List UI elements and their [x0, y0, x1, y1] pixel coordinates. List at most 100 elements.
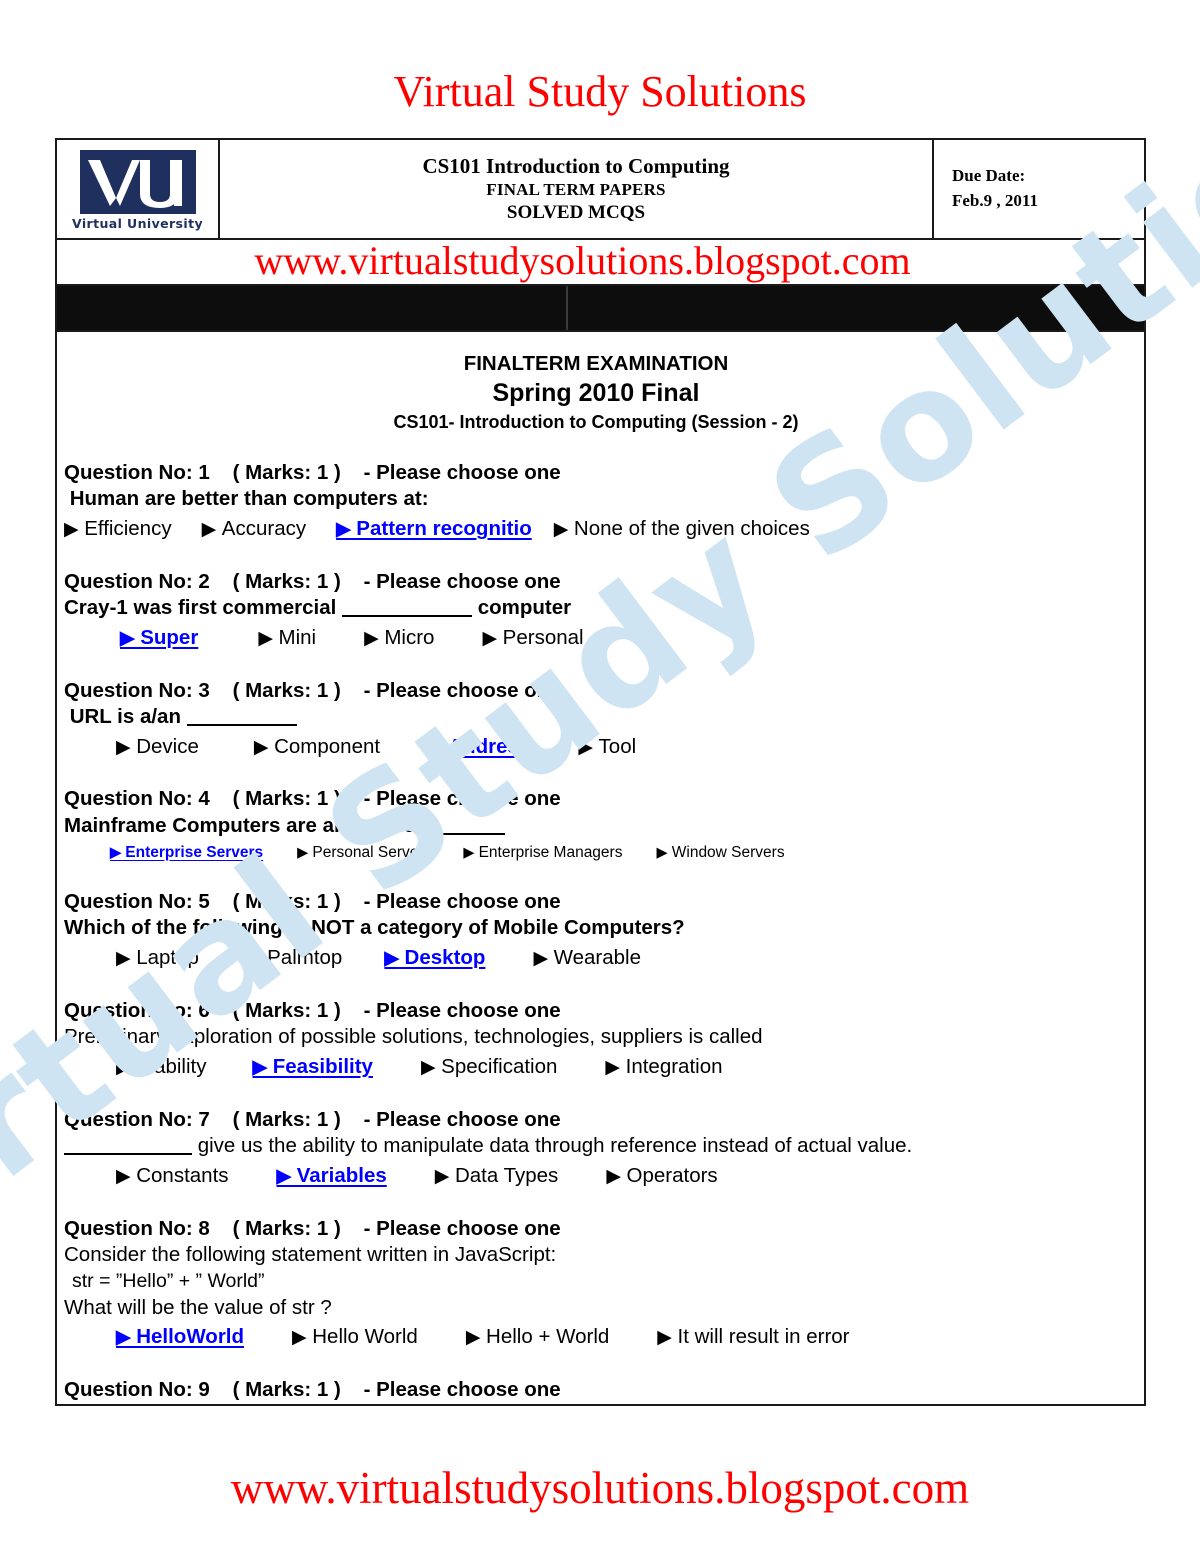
question-stem: Which of the following is NOT a category… — [64, 915, 1128, 942]
answer-option-label: Enterprise Managers — [474, 843, 623, 861]
answer-options-row: ▶ Efficiency ▶ Accuracy ▶ Pattern recognit… — [64, 516, 1128, 543]
exam-body: FINALTERM EXAMINATION Spring 2010 Final … — [57, 332, 1144, 1404]
question-heading: Question No: 8 ( Marks: 1 ) - Please cho… — [64, 1216, 561, 1240]
answer-option-label: Address — [442, 734, 531, 758]
course-line-3: SOLVED MCQS — [506, 201, 646, 223]
answer-option[interactable]: ▶ Viability — [116, 1054, 206, 1081]
question-block: Question No: 6 ( Marks: 1 ) - Please cho… — [64, 998, 1128, 1081]
answer-option[interactable]: ▶ Laptop — [116, 945, 199, 972]
fill-in-blank — [433, 833, 506, 836]
answer-option-correct[interactable]: ▶ Enterprise Servers — [110, 843, 263, 863]
question-stem: Consider the following statement written… — [64, 1242, 1128, 1269]
answer-option[interactable]: ▶ Operators — [606, 1163, 717, 1190]
answer-option-correct[interactable]: ▶ Variables — [277, 1163, 387, 1190]
answer-option-label: Operators — [620, 1163, 718, 1187]
answer-option-label: Feasibility — [267, 1055, 373, 1079]
header-url-text: www.virtualstudysolutions.blogspot.com — [254, 240, 911, 283]
logo-caption: Virtual University — [71, 215, 204, 231]
answer-options-row: ▶ Device ▶ Component ▶ Address ▶ Tool — [64, 734, 1128, 761]
question-block: Question No: 8 ( Marks: 1 ) - Please cho… — [64, 1216, 1128, 1351]
triangle-bullet-icon: ▶ — [258, 626, 273, 648]
answer-option[interactable]: ▶ Device — [116, 734, 199, 761]
answer-option-label: Mini — [272, 625, 317, 649]
course-line-1: CS101 Introduction to Computing — [422, 154, 730, 179]
answer-option[interactable]: ▶ Tool — [578, 734, 636, 761]
answer-option[interactable]: ▶ Data Types — [435, 1163, 559, 1190]
answer-option[interactable]: ▶ Enterprise Managers — [463, 843, 622, 863]
triangle-bullet-icon: ▶ — [253, 735, 269, 757]
answer-option-label: Integration — [619, 1055, 723, 1079]
black-separator-bar — [57, 286, 1144, 332]
question-code-line: str = ”Hello” + ” World” — [72, 1269, 265, 1292]
exam-heading-line-2: Spring 2010 Final — [492, 379, 700, 408]
exam-heading-line-1: FINALTERM EXAMINATION — [463, 352, 729, 375]
triangle-bullet-icon: ▶ — [553, 517, 569, 539]
answer-option-label: It will result in error — [671, 1325, 850, 1349]
answer-option-correct[interactable]: ▶ Super — [120, 625, 198, 652]
answer-option[interactable]: ▶ Mini — [258, 625, 316, 652]
question-block: Question No: 7 ( Marks: 1 ) - Please cho… — [64, 1107, 1128, 1190]
paper-header-table: Virtual University CS101 Introduction to… — [57, 140, 1144, 240]
answer-option-label: Tool — [592, 734, 637, 758]
question-heading: Question No: 2 ( Marks: 1 ) - Please cho… — [64, 569, 561, 593]
answer-option-label: None of the given choices — [568, 516, 810, 540]
questions-container: Question No: 1 ( Marks: 1 ) - Please cho… — [64, 460, 1128, 1404]
triangle-bullet-icon: ▶ — [465, 1326, 481, 1348]
footer-url: www.virtualstudysolutions.blogspot.com — [230, 1463, 970, 1513]
answer-option[interactable]: ▶ Hello + World — [466, 1324, 609, 1351]
triangle-bullet-icon: ▶ — [656, 844, 668, 861]
answer-option[interactable]: ▶ None of the given choices — [554, 516, 810, 543]
question-stem-text: Preliminary exploration of possible solu… — [64, 1025, 763, 1049]
question-heading: Question No: 3 ( Marks: 1 ) - Please cho… — [64, 678, 561, 702]
answer-option[interactable]: ▶ Specification — [421, 1054, 557, 1081]
answer-option[interactable]: ▶ Palmtop — [247, 945, 342, 972]
triangle-bullet-icon: ▶ — [657, 1326, 672, 1348]
answer-option[interactable]: ▶ Wearable — [533, 945, 641, 972]
answer-option[interactable]: ▶ Constants — [116, 1163, 229, 1190]
question-stem-text: URL is a/an — [64, 705, 187, 729]
triangle-bullet-icon: ▶ — [533, 947, 548, 969]
question-block: Question No: 5 ( Marks: 1 ) - Please cho… — [64, 889, 1128, 972]
question-heading: Question No: 7 ( Marks: 1 ) - Please cho… — [64, 1107, 561, 1131]
question-block: Question No: 9 ( Marks: 1 ) - Please cho… — [64, 1377, 1128, 1404]
triangle-bullet-icon: ▶ — [336, 517, 351, 539]
black-bar-right-cell — [568, 286, 1144, 330]
question-stem-text: Mainframe Computers are also called — [64, 814, 434, 838]
answer-option-label: Personal Servers — [308, 843, 432, 861]
answer-option[interactable]: ▶ Hello World — [292, 1324, 418, 1351]
answer-option-correct[interactable]: ▶ Feasibility — [252, 1054, 372, 1081]
triangle-bullet-icon: ▶ — [64, 517, 79, 539]
black-bar-left-cell — [57, 286, 568, 330]
answer-option-correct[interactable]: ▶ Pattern recognitio — [336, 516, 532, 543]
answer-option-correct[interactable]: ▶ Address — [428, 734, 530, 761]
answer-option[interactable]: ▶ Accuracy — [202, 516, 307, 543]
triangle-bullet-icon: ▶ — [116, 1056, 131, 1078]
answer-options-row: ▶ Enterprise Servers ▶ Personal Servers ▶ … — [64, 843, 1128, 863]
question-stem: Preliminary exploration of possible solu… — [64, 1024, 1128, 1051]
fill-in-blank — [186, 724, 297, 727]
triangle-bullet-icon: ▶ — [292, 1326, 307, 1348]
exam-heading: FINALTERM EXAMINATION Spring 2010 Final … — [64, 350, 1128, 434]
answer-option[interactable]: ▶ Integration — [605, 1054, 722, 1081]
triangle-bullet-icon: ▶ — [420, 1056, 436, 1078]
answer-option-label: Laptop — [130, 946, 199, 970]
triangle-bullet-icon: ▶ — [605, 1056, 620, 1078]
triangle-bullet-icon: ▶ — [482, 626, 497, 648]
answer-option-label: Wearable — [547, 946, 642, 970]
answer-option-label: Enterprise Servers — [120, 843, 264, 861]
answer-option-correct[interactable]: ▶ HelloWorld — [116, 1324, 244, 1351]
answer-option[interactable]: ▶ Efficiency — [64, 516, 172, 543]
question-block: Question No: 3 ( Marks: 1 ) - Please cho… — [64, 678, 1128, 761]
answer-option[interactable]: ▶ Micro — [364, 625, 434, 652]
triangle-bullet-icon: ▶ — [116, 947, 131, 969]
answer-option[interactable]: ▶ Component — [254, 734, 380, 761]
fill-in-blank — [64, 1153, 192, 1156]
answer-option[interactable]: ▶ It will result in error — [657, 1324, 849, 1351]
answer-option[interactable]: ▶ Personal — [482, 625, 583, 652]
answer-option-correct[interactable]: ▶ Desktop — [384, 945, 485, 972]
answer-option[interactable]: ▶ Window Servers — [656, 843, 784, 863]
answer-option[interactable]: ▶ Personal Servers — [297, 843, 431, 863]
answer-option-label: Specification — [435, 1055, 558, 1079]
question-stem: URL is a/an — [64, 704, 1128, 731]
course-line-2: FINAL TERM PAPERS — [486, 179, 666, 199]
